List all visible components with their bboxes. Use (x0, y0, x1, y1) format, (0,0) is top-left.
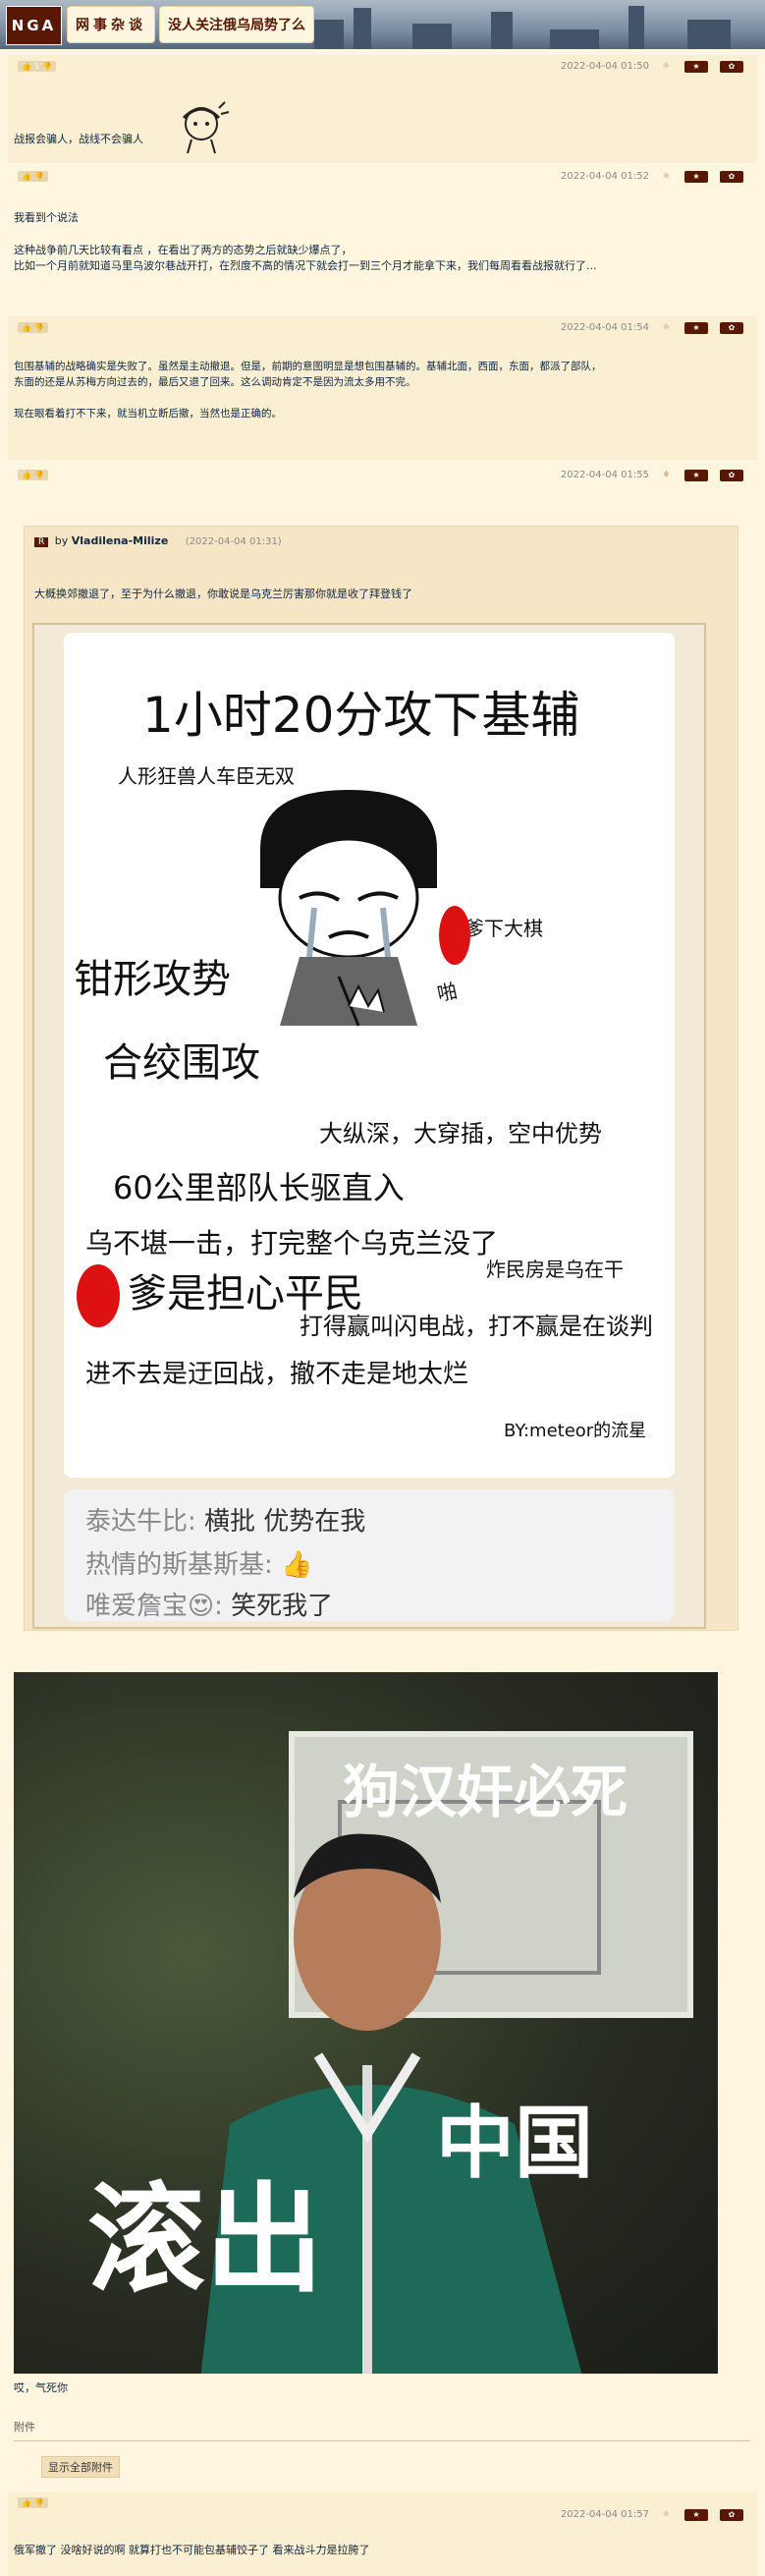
divider (14, 2440, 750, 2441)
post-time: 2022-04-04 01:52 (560, 171, 649, 182)
vote-box[interactable]: 👍 👎 (18, 2497, 48, 2508)
thumb-up-icon[interactable]: 👍 (22, 323, 31, 332)
vote-box[interactable]: 👍 1 👎 (18, 61, 57, 72)
post-time: 2022-04-04 01:50 (560, 61, 649, 72)
avatar-sticker (182, 101, 230, 154)
leaf-icon: ♠ (662, 2509, 671, 2520)
favorite-star-icon[interactable]: ★ (684, 470, 708, 481)
reply-badge: R (34, 537, 49, 547)
post: 👍 👎 2022-04-04 01:57 ♠ ★ ✿ 俄军撤了 没啥好说的啊 就算… (8, 2492, 757, 2576)
vote-box[interactable]: 👍 👎 (18, 470, 48, 480)
post-time: 2022-04-04 01:55 (560, 470, 649, 480)
meme-image-man[interactable]: 中国 狗汉奸必死 滚出 (14, 1672, 718, 2374)
red-blob (77, 1264, 120, 1327)
thumb-up-icon[interactable]: 👍 (22, 62, 31, 71)
post-content: 俄军撤了 没啥好说的啊 就算打也不可能包基辅饺子了 看来战斗力是拉胯了 (14, 2544, 370, 2556)
post: 👍 1 👎 2022-04-04 01:50 ♠ ★ ✿ 战报会骗人，战线不会骗人 (8, 55, 757, 163)
thumb-up-icon[interactable]: 👍 (22, 2498, 31, 2507)
meme-image-kyiv[interactable]: 1小时20分攻下基辅 人形狂兽人车臣无双 爹下大棋 啪 钳形攻势 合绞围攻 大纵… (32, 623, 706, 1629)
post-content: 包围基辅的战略确实是失败了。虽然是主动撤退。但是，前期的意图明显是想包围基辅的。… (14, 361, 602, 420)
favorite-star-icon[interactable]: ★ (684, 2509, 708, 2521)
show-all-attachments-button[interactable]: 显示全部附件 (41, 2456, 120, 2478)
chat-box: 泰达牛比: 横批 优势在我 热情的斯基斯基: 👍 唯爱詹宝😍: 笑死我了 (64, 1489, 675, 1621)
favorite-star-icon[interactable]: ★ (684, 322, 708, 334)
red-blob (439, 906, 470, 965)
post-content: 战报会骗人，战线不会骗人 (14, 133, 143, 145)
post-time: 2022-04-04 01:57 (560, 2509, 649, 2520)
post: 👍 👎 2022-04-04 01:54 ♠ ★ ✿ 包围基辅的战略确实是失败了。… (8, 316, 757, 460)
jacket-text: 中国 (436, 2098, 593, 2189)
meme-bottom-text: 滚出 (87, 2172, 323, 2309)
quote-text: 大概换郊撤退了，至于为什么撤退，你敢说是乌克兰厉害那你就是收了拜登钱了 (34, 588, 412, 600)
crying-cartoon (260, 790, 437, 1027)
quote-date: (2022-04-04 01:31) (185, 536, 282, 547)
breadcrumb-thread[interactable]: 没人关注俄乌局势了么 (159, 6, 314, 43)
post-time: 2022-04-04 01:54 (560, 322, 649, 333)
gear-icon[interactable]: ✿ (720, 171, 743, 183)
leaf-icon: ♠ (662, 171, 671, 182)
leaf-icon: ♠ (662, 322, 671, 333)
quote-author[interactable]: Vladilena-Milize (72, 534, 169, 547)
favorite-star-icon[interactable]: ★ (684, 61, 708, 73)
breadcrumb-section[interactable]: 网事杂谈 (67, 6, 155, 43)
thumb-down-icon[interactable]: 👎 (34, 2498, 44, 2507)
leaf-icon: ♠ (662, 61, 671, 72)
attachments-label: 附件 (14, 2421, 35, 2434)
gear-icon[interactable]: ✿ (720, 322, 743, 334)
thumb-down-icon[interactable]: 👎 (42, 62, 52, 71)
thumb-up-icon[interactable]: 👍 (22, 172, 31, 181)
thumb-down-icon[interactable]: 👎 (34, 471, 44, 479)
quote-header: R by Vladilena-Milize (2022-04-04 01:31) (34, 534, 282, 547)
vote-box[interactable]: 👍 👎 (18, 322, 48, 333)
vote-box[interactable]: 👍 👎 (18, 171, 48, 182)
quote-block: R by Vladilena-Milize (2022-04-04 01:31)… (24, 526, 738, 1631)
thumb-up-icon[interactable]: 👍 (22, 471, 31, 479)
thumb-down-icon[interactable]: 👎 (34, 172, 44, 181)
leaf-icon: ♦ (662, 470, 671, 480)
gear-icon[interactable]: ✿ (720, 470, 743, 481)
thumb-down-icon[interactable]: 👎 (34, 323, 44, 332)
post-content: 哎，气死你 (14, 2381, 68, 2394)
meme-top-text: 狗汉奸必死 (343, 1759, 628, 1825)
gear-icon[interactable]: ✿ (720, 2509, 743, 2521)
nga-logo[interactable]: NGA (6, 6, 62, 45)
favorite-star-icon[interactable]: ★ (684, 171, 708, 183)
post: 👍 👎 2022-04-04 01:52 ♠ ★ ✿ 我看到个说法 这种战争前几天… (8, 165, 757, 312)
post-content: 我看到个说法 这种战争前几天比较有看点 ，在看出了两方的态势之后就缺少爆点了， … (14, 211, 597, 272)
gear-icon[interactable]: ✿ (720, 61, 743, 73)
